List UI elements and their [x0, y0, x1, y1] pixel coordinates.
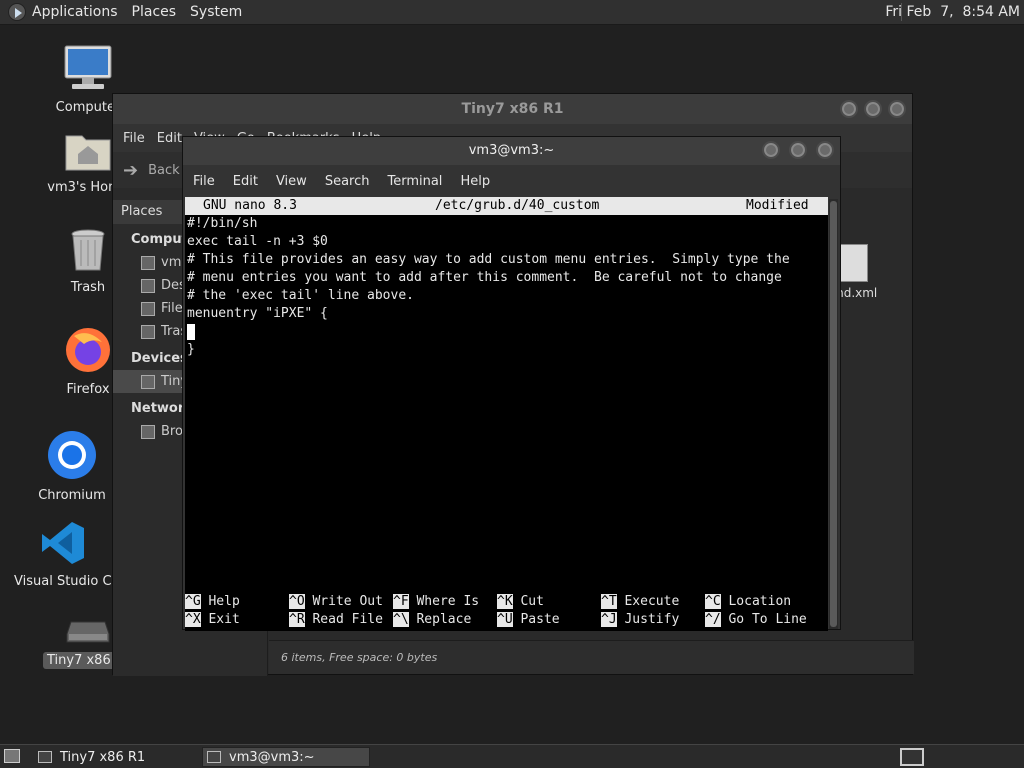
editor-line[interactable]: menuentry "iPXE" { [185, 305, 828, 323]
menu-file[interactable]: File [193, 174, 215, 189]
desktop-icon [141, 278, 155, 293]
nano-status: Modified [746, 198, 809, 213]
shortcut-replace[interactable]: ^\ Replace [393, 611, 471, 629]
desktop-icon-vscode[interactable]: Visual Studio Code [14, 520, 112, 589]
menu-help[interactable]: Help [460, 174, 490, 189]
shortcut-write-out[interactable]: ^O Write Out [289, 593, 383, 611]
drive-icon [141, 374, 155, 389]
shortcut-execute[interactable]: ^T Execute [601, 593, 679, 611]
editor-line[interactable]: #!/bin/sh [185, 215, 828, 233]
menu-edit[interactable]: Edit [233, 174, 258, 189]
editor-line[interactable]: } [185, 341, 828, 359]
nano-filename: /etc/grub.d/40_custom [435, 198, 600, 213]
minimize-button[interactable] [840, 100, 858, 118]
monitor-icon [64, 45, 112, 89]
menu-view[interactable]: View [276, 174, 307, 189]
taskbar-item-terminal[interactable]: vm3@vm3:~ [202, 747, 370, 767]
text-cursor [187, 323, 195, 340]
desktop-icon-chromium[interactable]: Chromium [26, 430, 118, 503]
editor-line[interactable]: # This file provides an easy way to add … [185, 251, 828, 269]
window-title: Tiny7 x86 R1 [461, 101, 564, 117]
document-icon [838, 244, 868, 282]
status-bar: 6 items, Free space: 0 bytes [269, 640, 914, 674]
show-desktop-icon[interactable] [4, 749, 20, 763]
maximize-button[interactable] [789, 141, 807, 159]
shortcut-paste[interactable]: ^U Paste [497, 611, 560, 629]
filesystem-icon [141, 301, 155, 316]
vscode-icon [42, 522, 84, 564]
drive-icon [66, 621, 110, 643]
editor-line-cursor[interactable] [185, 323, 828, 341]
title-bar[interactable]: vm3@vm3:~ [183, 137, 840, 165]
editor-line[interactable]: # menu entries you want to add after thi… [185, 269, 828, 287]
terminal-icon [207, 751, 221, 763]
taskbar-item-file-manager[interactable]: Tiny7 x86 R1 [34, 747, 198, 767]
menu-bar: File Edit View Search Terminal Help [183, 165, 840, 197]
distro-logo-icon[interactable] [8, 3, 26, 21]
window-icon [38, 751, 52, 763]
menu-search[interactable]: Search [325, 174, 370, 189]
window-title: vm3@vm3:~ [468, 143, 555, 158]
minimize-button[interactable] [762, 141, 780, 159]
menu-edit[interactable]: Edit [157, 131, 182, 146]
shortcut-where-is[interactable]: ^F Where Is [393, 593, 479, 611]
applications-menu[interactable]: Applications [32, 4, 118, 20]
back-arrow-icon[interactable]: ➔ [123, 160, 138, 181]
shortcut-location[interactable]: ^C Location [705, 593, 791, 611]
nano-shortcuts: ^G Help ^O Write Out ^F Where Is ^K Cut … [185, 593, 828, 629]
menu-file[interactable]: File [123, 131, 145, 146]
bottom-panel: Tiny7 x86 R1 vm3@vm3:~ [0, 744, 1024, 768]
clock[interactable]: Fri Feb 7, 8:54 AM [885, 4, 1020, 20]
home-folder-icon [65, 135, 111, 171]
editor-line[interactable]: exec tail -n +3 $0 [185, 233, 828, 251]
desktop-icon-label: Visual Studio Code [14, 574, 112, 589]
desktop-icon-label: Chromium [38, 488, 106, 503]
editor-line[interactable]: # the 'exec tail' line above. [185, 287, 828, 305]
nano-header: GNU nano 8.3 /etc/grub.d/40_custom Modif… [185, 197, 828, 215]
terminal-screen[interactable]: GNU nano 8.3 /etc/grub.d/40_custom Modif… [185, 197, 828, 631]
scrollbar-thumb[interactable] [830, 201, 837, 627]
shortcut-read-file[interactable]: ^R Read File [289, 611, 383, 629]
chromium-icon [48, 431, 96, 479]
system-menu[interactable]: System [190, 4, 242, 20]
nano-version: GNU nano 8.3 [203, 198, 297, 213]
places-menu[interactable]: Places [132, 4, 177, 20]
shortcut-row: ^X Exit ^R Read File ^\ Replace ^U Paste… [185, 611, 828, 629]
maximize-button[interactable] [864, 100, 882, 118]
back-button[interactable]: Back [148, 163, 180, 178]
trash-icon [141, 324, 155, 339]
menu-terminal[interactable]: Terminal [387, 174, 442, 189]
firefox-icon [66, 328, 110, 372]
trash-icon [71, 229, 105, 271]
shortcut-help[interactable]: ^G Help [185, 593, 240, 611]
shortcut-row: ^G Help ^O Write Out ^F Where Is ^K Cut … [185, 593, 828, 611]
title-bar[interactable]: Tiny7 x86 R1 [113, 94, 912, 124]
workspace-switcher[interactable] [900, 748, 924, 766]
shortcut-exit[interactable]: ^X Exit [185, 611, 240, 629]
network-icon [141, 424, 155, 439]
close-button[interactable] [816, 141, 834, 159]
close-button[interactable] [888, 100, 906, 118]
top-panel: Applications Places System Fri Feb 7, 8:… [0, 0, 1024, 25]
scrollbar[interactable] [829, 199, 838, 629]
terminal-window: vm3@vm3:~ File Edit View Search Terminal… [182, 136, 841, 631]
shortcut-justify[interactable]: ^J Justify [601, 611, 679, 629]
shortcut-cut[interactable]: ^K Cut [497, 593, 544, 611]
home-icon [141, 255, 155, 270]
shortcut-go-to-line[interactable]: ^/ Go To Line [705, 611, 807, 629]
